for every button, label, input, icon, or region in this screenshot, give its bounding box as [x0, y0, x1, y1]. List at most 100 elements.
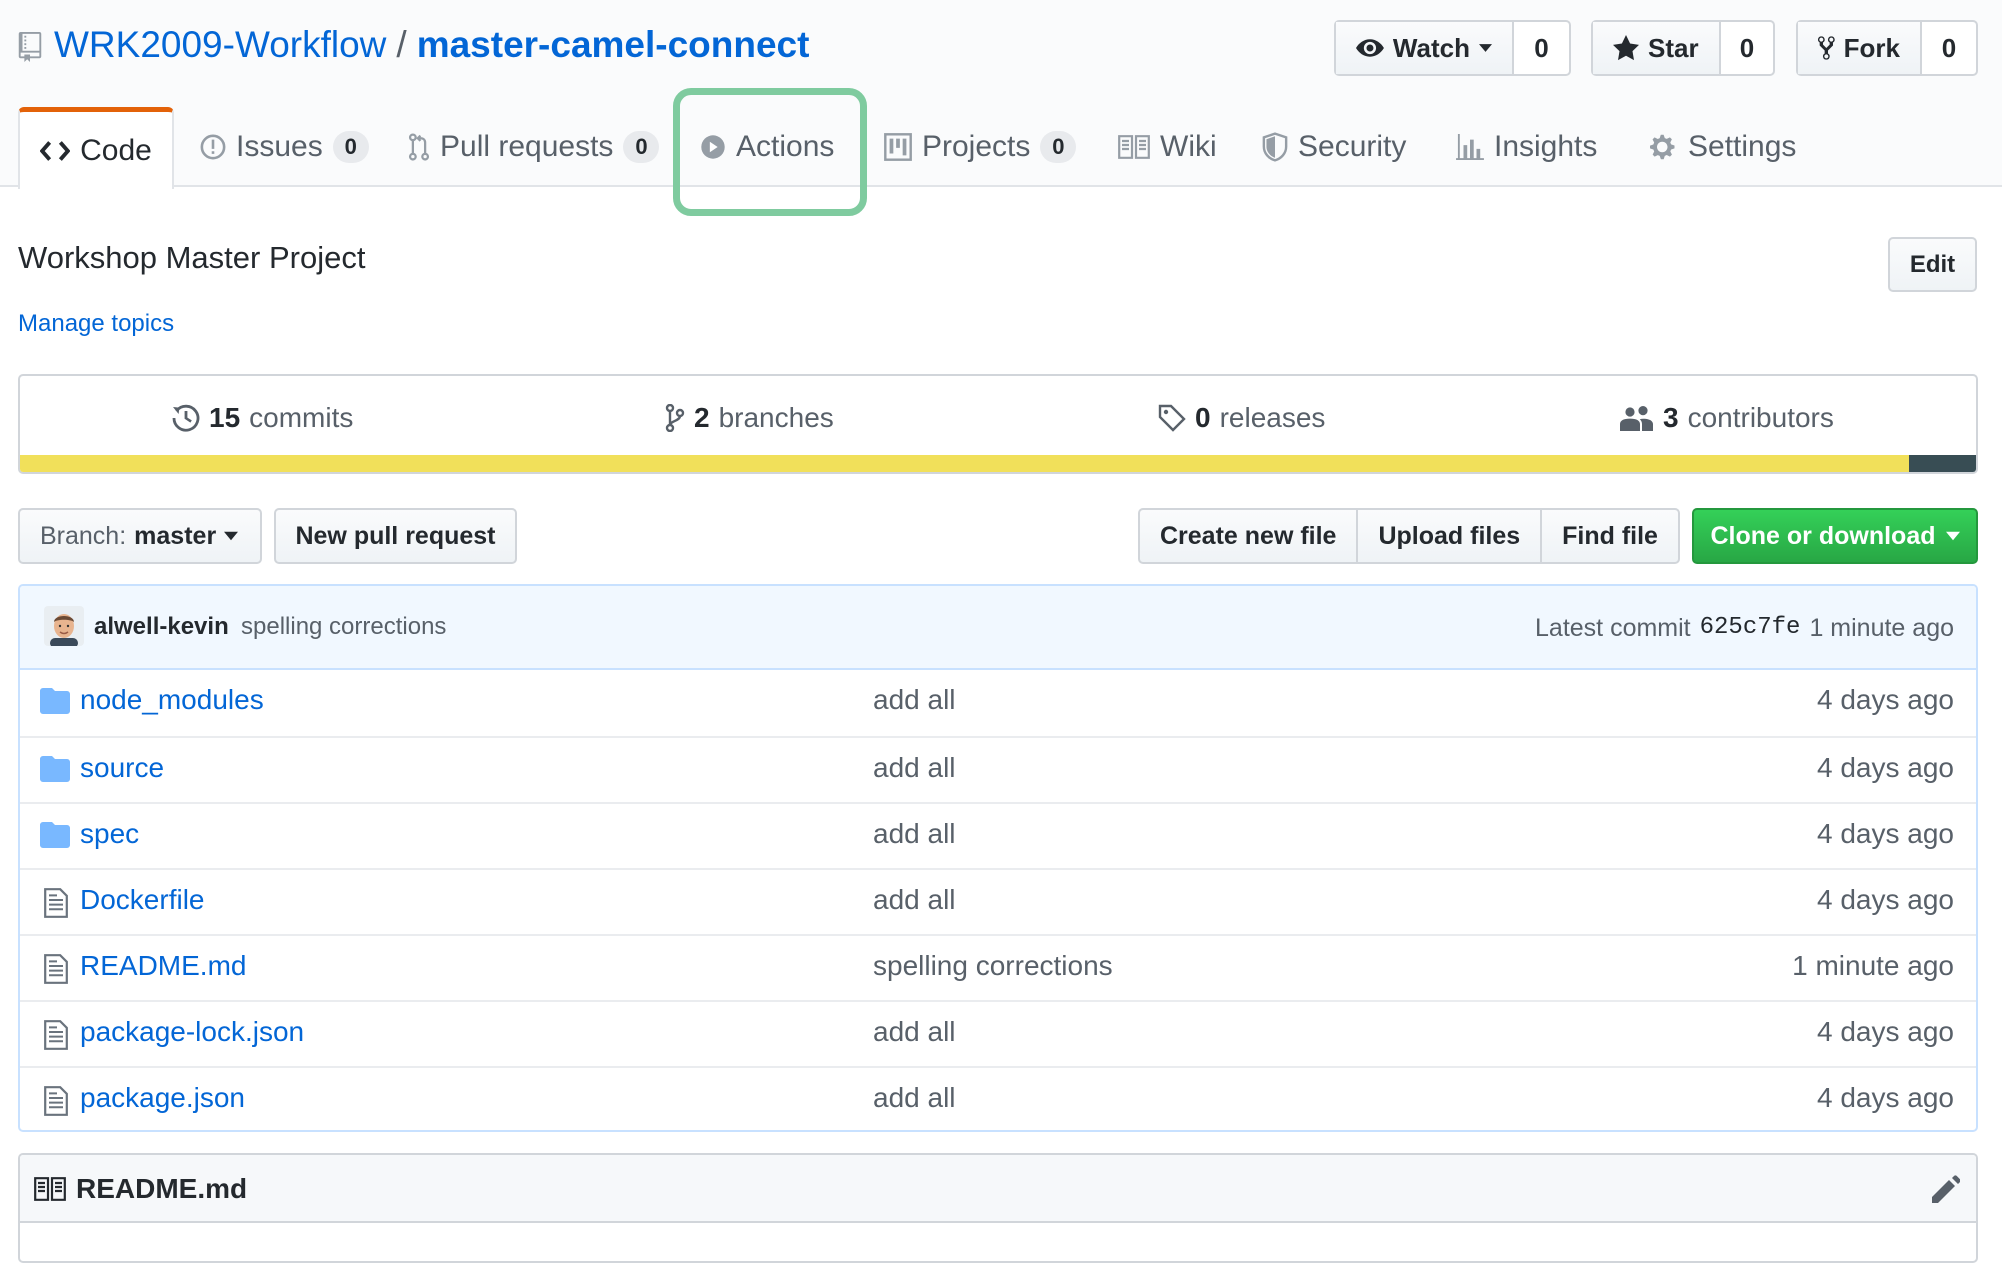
fork-count[interactable]: 0: [1922, 22, 1976, 74]
tab-issues-counter: 0: [332, 131, 369, 163]
tab-wiki[interactable]: Wiki: [1118, 107, 1217, 187]
create-new-file-button[interactable]: Create new file: [1140, 510, 1359, 562]
tab-issues[interactable]: Issues 0: [200, 107, 369, 187]
repo-title-separator: /: [396, 24, 407, 65]
file-age: 4 days ago: [1817, 1016, 1954, 1047]
eye-icon: [1356, 39, 1384, 57]
branches-link[interactable]: 2 branches: [665, 398, 834, 438]
commit-sha-link[interactable]: 625c7fe: [1700, 614, 1801, 643]
commit-message-link[interactable]: spelling corrections: [241, 613, 446, 641]
tab-pull-requests[interactable]: Pull requests 0: [408, 107, 660, 187]
folder-icon: [40, 822, 70, 848]
upload-files-button[interactable]: Upload files: [1358, 510, 1543, 562]
commits-count: 15: [209, 402, 241, 433]
file-commit-message-link[interactable]: add all: [873, 884, 956, 916]
clone-or-download-label: Clone or download: [1710, 521, 1936, 550]
find-file-button[interactable]: Find file: [1542, 510, 1678, 562]
watch-count[interactable]: 0: [1514, 22, 1569, 74]
tab-code[interactable]: Code: [18, 107, 174, 189]
file-name-link[interactable]: package.json: [80, 1082, 245, 1114]
table-row: spec add all 4 days ago: [20, 802, 1976, 868]
file-icon: [44, 1020, 68, 1050]
file-actions-group: Create new file Upload files Find file: [1138, 508, 1680, 564]
language-bar-segment[interactable]: [1909, 455, 1976, 472]
file-commit-message-link[interactable]: add all: [873, 684, 956, 716]
repo-icon: [18, 32, 42, 62]
star-button[interactable]: Star: [1593, 22, 1721, 74]
file-commit-message-link[interactable]: add all: [873, 1016, 956, 1048]
edit-description-button[interactable]: Edit: [1888, 237, 1977, 292]
file-icon: [44, 954, 68, 984]
code-icon: [40, 140, 71, 161]
commits-link[interactable]: 15 commits: [172, 398, 353, 438]
graph-icon: [1456, 134, 1484, 160]
avatar[interactable]: [44, 606, 84, 646]
clone-or-download-button[interactable]: Clone or download: [1692, 508, 1978, 564]
language-bar[interactable]: [20, 455, 1976, 472]
manage-topics-link[interactable]: Manage topics: [18, 310, 174, 338]
caret-down-icon: [1945, 531, 1960, 541]
contributors-label: contributors: [1687, 402, 1834, 433]
tab-insights-label: Insights: [1494, 130, 1598, 163]
repo-owner-link[interactable]: WRK2009-Workflow: [54, 24, 386, 66]
tab-insights[interactable]: Insights: [1456, 107, 1597, 187]
tab-settings[interactable]: Settings: [1650, 107, 1796, 187]
people-icon: [1620, 406, 1653, 431]
folder-icon: [40, 688, 70, 714]
fork-group: Fork 0: [1796, 20, 1978, 76]
folder-icon: [40, 756, 70, 782]
watch-button[interactable]: Watch: [1336, 22, 1514, 74]
book-icon: [34, 1177, 66, 1201]
branch-select-button[interactable]: Branch: master: [18, 508, 262, 564]
contributors-count: 3: [1663, 402, 1679, 433]
file-name-link[interactable]: node_modules: [80, 684, 264, 716]
branches-count: 2: [694, 402, 710, 433]
fork-label: Fork: [1843, 32, 1900, 63]
file-commit-message-link[interactable]: add all: [873, 818, 956, 850]
commits-label: commits: [249, 402, 354, 433]
repo-title: WRK2009-Workflow / master-camel-connect: [54, 20, 809, 70]
commit-author-link[interactable]: alwell-kevin: [94, 613, 229, 641]
file-name-link[interactable]: README.md: [80, 950, 246, 982]
table-row: package.json add all 4 days ago: [20, 1066, 1976, 1130]
repo-name-link[interactable]: master-camel-connect: [417, 24, 810, 66]
fork-button[interactable]: Fork: [1798, 22, 1922, 74]
language-bar-segment[interactable]: [20, 455, 1910, 472]
file-name-link[interactable]: spec: [80, 818, 139, 850]
pull-request-icon: [408, 133, 430, 161]
releases-link[interactable]: 0 releases: [1158, 398, 1325, 438]
caret-down-icon: [224, 531, 239, 541]
table-row: README.md spelling corrections 1 minute ag…: [20, 934, 1976, 1000]
file-name-link[interactable]: package-lock.json: [80, 1016, 304, 1048]
tab-settings-label: Settings: [1688, 130, 1797, 163]
history-icon: [172, 404, 200, 432]
tab-projects-label: Projects: [922, 130, 1031, 163]
file-name-link[interactable]: source: [80, 752, 164, 784]
file-age: 4 days ago: [1817, 884, 1954, 915]
tab-issues-label: Issues: [236, 130, 323, 163]
actions-tab-highlight: [673, 88, 867, 216]
latest-commit-bar: alwell-kevin spelling corrections Latest…: [20, 586, 1976, 670]
pencil-icon[interactable]: [1932, 1175, 1960, 1203]
tab-security[interactable]: Security: [1262, 107, 1406, 187]
file-commit-message-link[interactable]: add all: [873, 752, 956, 784]
file-commit-message-link[interactable]: add all: [873, 1082, 956, 1114]
star-count[interactable]: 0: [1721, 22, 1773, 74]
tab-pull-requests-label: Pull requests: [440, 130, 614, 163]
file-commit-message-link[interactable]: spelling corrections: [873, 950, 1113, 982]
tab-projects[interactable]: Projects 0: [884, 107, 1077, 187]
watch-group: Watch 0: [1334, 20, 1571, 76]
commit-age: 1 minute ago: [1809, 614, 1954, 642]
watch-label: Watch: [1392, 32, 1470, 63]
repo-description: Workshop Master Project: [18, 240, 366, 275]
contributors-link[interactable]: 3 contributors: [1620, 398, 1834, 438]
new-pull-request-button[interactable]: New pull request: [274, 508, 517, 564]
table-row: node_modules add all 4 days ago: [20, 670, 1976, 736]
file-name-link[interactable]: Dockerfile: [80, 884, 204, 916]
branch-select-name: master: [134, 521, 217, 550]
gear-icon: [1650, 134, 1675, 160]
table-row: package-lock.json add all 4 days ago: [20, 1000, 1976, 1066]
latest-commit-info: Latest commit 625c7fe 1 minute ago: [1535, 614, 1954, 643]
repo-summary: 15 commits 2 branches 0 releases 3 contr…: [18, 374, 1978, 474]
readme-title: README.md: [76, 1173, 248, 1204]
